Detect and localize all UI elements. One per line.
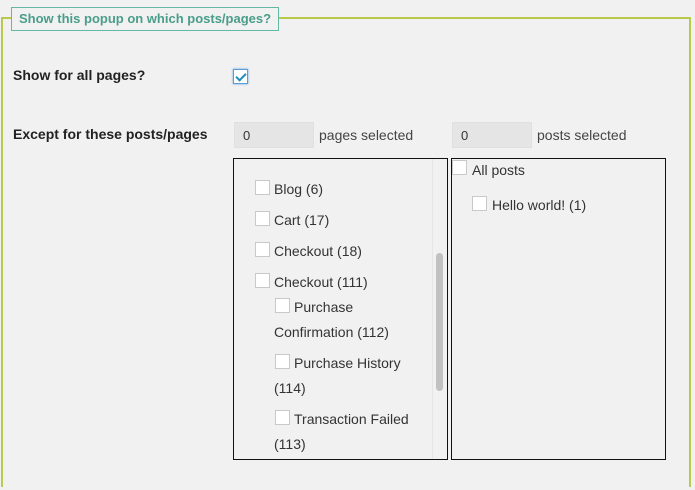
page-label-purchase-history-line1: Purchase History [294, 355, 401, 371]
page-checkbox-transaction-failed[interactable] [275, 410, 290, 425]
page-checkbox-purchase-history[interactable] [275, 354, 290, 369]
page-label-transaction-failed-line2: (113) [274, 436, 306, 452]
show-all-label: Show for all pages? [13, 67, 146, 83]
page-label-purchase-confirmation-line1: Purchase [294, 299, 354, 315]
pages-selected-count[interactable] [234, 122, 314, 148]
page-label-cart: Cart (17) [274, 212, 330, 228]
page-label-blog: Blog (6) [274, 181, 324, 197]
page-label-purchase-confirmation-line2: Confirmation (112) [274, 324, 389, 340]
page-label-checkout-111: Checkout (111) [274, 274, 368, 290]
page-checkbox-cart[interactable] [255, 211, 270, 226]
page-checkbox-purchase-confirmation[interactable] [275, 298, 290, 313]
pages-selected-label: pages selected [319, 127, 414, 143]
page-checkbox-checkout-111[interactable] [255, 273, 270, 288]
page-label-transaction-failed-line1: Transaction Failed [294, 411, 409, 427]
page-label-purchase-history-line2: (114) [274, 380, 306, 396]
pages-list[interactable]: Blog (6) Cart (17) Checkout (18) Checkou… [233, 158, 448, 460]
posts-selected-label: posts selected [537, 127, 627, 143]
post-label-hello-world: Hello world! (1) [492, 197, 587, 213]
post-label-all-posts: All posts [472, 162, 525, 178]
except-label: Except for these posts/pages [13, 126, 208, 142]
posts-selected-count[interactable] [452, 122, 532, 148]
post-checkbox-hello-world[interactable] [472, 196, 487, 211]
post-checkbox-all-posts[interactable] [452, 160, 467, 175]
show-all-checkbox[interactable] [233, 69, 248, 84]
pages-list-scrollbar[interactable] [432, 159, 445, 459]
page-checkbox-blog[interactable] [255, 180, 270, 195]
page-label-checkout-18: Checkout (18) [274, 243, 362, 259]
posts-list[interactable]: All posts Hello world! (1) [451, 158, 666, 460]
fieldset-legend: Show this popup on which posts/pages? [11, 7, 280, 31]
pages-list-scroll-thumb[interactable] [436, 253, 443, 391]
page-checkbox-checkout-18[interactable] [255, 242, 270, 257]
